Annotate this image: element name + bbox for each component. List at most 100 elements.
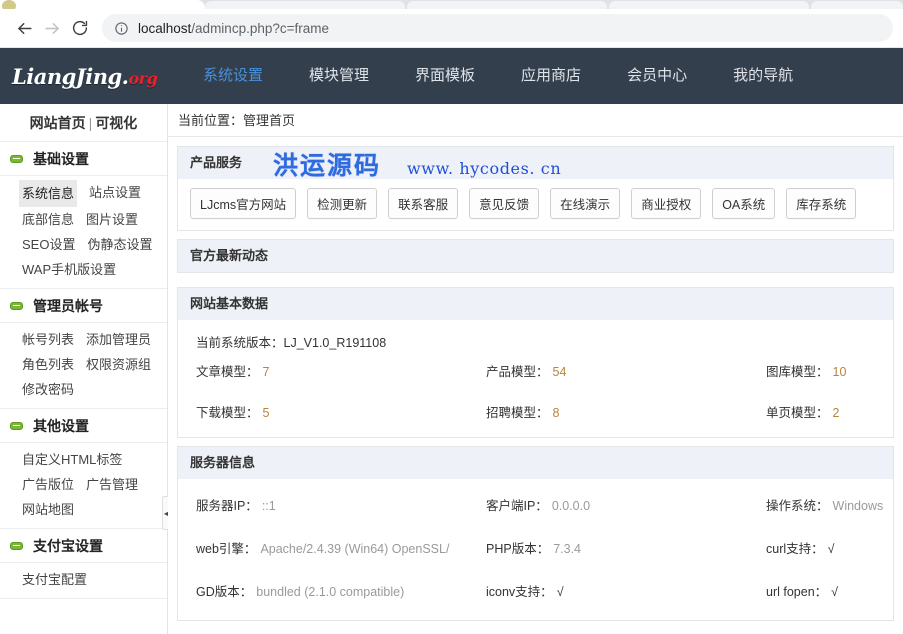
reload-icon[interactable]: [66, 14, 94, 42]
browser-tab[interactable]: [407, 1, 607, 9]
server-ip-row: 服务器IP：::1: [196, 495, 486, 514]
model-stats-grid: 文章模型： 7 产品模型： 54 图库模型： 10 下载模型： 5 招聘模型： 8 单页模…: [178, 351, 893, 427]
sidebar-item-site-settings[interactable]: 站点设置: [89, 180, 141, 207]
sidebar-link-row: 角色列表 权限资源组: [22, 352, 167, 377]
tab-favicon-icon: [2, 0, 16, 9]
sidebar-link-visualization[interactable]: 可视化: [95, 115, 137, 131]
row-value: bundled (2.1.0 compatible): [256, 585, 405, 599]
sidebar-item-permission-group[interactable]: 权限资源组: [86, 352, 151, 377]
tab-module-management[interactable]: 模块管理: [286, 48, 392, 104]
sidebar-item-role-list[interactable]: 角色列表: [22, 352, 74, 377]
sidebar-link-row: 广告版位 广告管理: [22, 472, 167, 497]
row-value: ::1: [261, 499, 276, 513]
sidebar-group-other-settings[interactable]: 其他设置: [0, 409, 167, 443]
stat-singlepage-model: 单页模型： 2: [766, 402, 893, 421]
sidebar-item-ad-position[interactable]: 广告版位: [22, 472, 74, 497]
row-label: 服务器IP：: [196, 499, 258, 513]
sidebar-link-row: SEO设置 伪静态设置: [22, 232, 167, 257]
stat-article-model: 文章模型： 7: [196, 361, 486, 380]
btn-commercial-license[interactable]: 商业授权: [631, 188, 702, 219]
sidebar-item-seo-settings[interactable]: SEO设置: [22, 232, 75, 257]
sidebar-item-account-list[interactable]: 帐号列表: [22, 327, 74, 352]
tab-my-navigation[interactable]: 我的导航: [710, 48, 816, 104]
btn-contact-support[interactable]: 联系客服: [388, 188, 459, 219]
sidebar-item-change-password[interactable]: 修改密码: [22, 377, 74, 402]
browser-tab[interactable]: [811, 1, 903, 9]
sidebar-item-ad-management[interactable]: 广告管理: [86, 472, 138, 497]
stat-value: 2: [832, 406, 840, 420]
content-area: 洪运源码 www. hycodes. cn 产品服务 LJcms官方网站 检测更…: [168, 137, 903, 621]
stat-value: 5: [262, 406, 270, 420]
stat-value: 8: [552, 406, 560, 420]
address-bar[interactable]: localhost/admincp.php?c=frame: [102, 14, 893, 42]
site-logo[interactable]: LiangJing.org: [0, 64, 180, 89]
browser-tab[interactable]: [205, 1, 405, 9]
row-label: PHP版本：: [486, 542, 550, 556]
sidebar: 网站首页 | 可视化 基础设置 系统信息 站点设置 底部信息 图片设置 SEO设置 …: [0, 104, 172, 634]
url-host-text: localhost: [138, 20, 192, 36]
sidebar-item-system-info[interactable]: 系统信息: [19, 180, 78, 207]
system-version-row: 当前系统版本：LJ_V1.0_R191108: [178, 320, 893, 351]
browser-tab[interactable]: [609, 1, 809, 9]
curl-support-row: curl支持： √: [766, 538, 893, 557]
back-arrow-icon[interactable]: [10, 14, 38, 42]
btn-official-website[interactable]: LJcms官方网站: [190, 188, 297, 219]
sidebar-links-other-settings: 自定义HTML标签 广告版位 广告管理 网站地图: [0, 443, 167, 529]
php-version-row: PHP版本： 7.3.4: [486, 538, 766, 557]
logo-text: LiangJing.org: [12, 63, 158, 89]
stat-label: 招聘模型：: [486, 406, 549, 420]
btn-feedback[interactable]: 意见反馈: [469, 188, 540, 219]
main-content: 当前位置：管理首页 洪运源码 www. hycodes. cn 产品服务 LJc…: [168, 104, 903, 634]
forward-arrow-icon[interactable]: [38, 14, 66, 42]
btn-check-update[interactable]: 检测更新: [307, 188, 378, 219]
stat-label: 文章模型：: [196, 365, 259, 379]
stat-label: 产品模型：: [486, 365, 549, 379]
row-value: 7.3.4: [553, 542, 582, 556]
client-ip-row: 客户端IP： 0.0.0.0: [486, 495, 766, 514]
sidebar-links-basic-settings: 系统信息 站点设置 底部信息 图片设置 SEO设置 伪静态设置 WAP手机版设置: [0, 176, 167, 289]
btn-inventory-system[interactable]: 库存系统: [786, 188, 857, 219]
tab-app-store[interactable]: 应用商店: [498, 48, 604, 104]
tab-interface-template[interactable]: 界面模板: [392, 48, 498, 104]
sidebar-group-alipay-settings[interactable]: 支付宝设置: [0, 529, 167, 563]
sidebar-group-label: 支付宝设置: [33, 537, 103, 554]
sidebar-item-pseudo-static[interactable]: 伪静态设置: [87, 232, 152, 257]
sidebar-link-row: 系统信息 站点设置: [19, 180, 167, 207]
sidebar-item-wap-settings[interactable]: WAP手机版设置: [22, 257, 116, 282]
minus-pill-icon: [10, 541, 23, 550]
btn-online-demo[interactable]: 在线演示: [550, 188, 621, 219]
btn-oa-system[interactable]: OA系统: [712, 188, 776, 219]
panel-official-news: 官方最新动态: [177, 239, 894, 273]
sidebar-item-sitemap[interactable]: 网站地图: [22, 497, 74, 522]
sidebar-item-alipay-config[interactable]: 支付宝配置: [22, 567, 87, 592]
stat-label: 下载模型：: [196, 406, 259, 420]
sidebar-item-image-settings[interactable]: 图片设置: [86, 207, 138, 232]
tab-member-center[interactable]: 会员中心: [604, 48, 710, 104]
stat-gallery-model: 图库模型： 10: [766, 361, 893, 380]
stat-value: 10: [832, 365, 847, 379]
sidebar-group-basic-settings[interactable]: 基础设置: [0, 142, 167, 176]
sidebar-link-row: 底部信息 图片设置: [22, 207, 167, 232]
tab-system-settings[interactable]: 系统设置: [180, 48, 286, 104]
stat-value: 7: [262, 365, 270, 379]
gd-version-row: GD版本： bundled (2.1.0 compatible): [196, 581, 486, 600]
info-circle-icon[interactable]: [114, 21, 129, 36]
row-label: iconv支持：: [486, 585, 553, 599]
sidebar-item-add-admin[interactable]: 添加管理员: [86, 327, 151, 352]
top-navigation: 系统设置 模块管理 界面模板 应用商店 会员中心 我的导航: [180, 48, 816, 104]
row-value: 0.0.0.0: [551, 499, 591, 513]
stat-label: 图库模型：: [766, 365, 829, 379]
sidebar-group-admin-account[interactable]: 管理员帐号: [0, 289, 167, 323]
logo-main-text: LiangJing.: [12, 63, 129, 89]
server-info-grid: 服务器IP：::1 客户端IP： 0.0.0.0 操作系统： Windows web…: [178, 479, 893, 606]
browser-tab-active[interactable]: [0, 0, 205, 9]
sidebar-item-custom-html-tag[interactable]: 自定义HTML标签: [22, 447, 122, 472]
sidebar-item-footer-info[interactable]: 底部信息: [22, 207, 74, 232]
stat-label: 单页模型：: [766, 406, 829, 420]
sidebar-link-homepage[interactable]: 网站首页: [30, 115, 86, 131]
sidebar-link-row: 支付宝配置: [22, 567, 167, 592]
browser-tabstrip[interactable]: [0, 0, 903, 9]
product-service-button-row: LJcms官方网站 检测更新 联系客服 意见反馈 在线演示 商业授权 OA系统 …: [178, 179, 893, 230]
panel-title: 官方最新动态: [178, 240, 893, 272]
system-version-value: LJ_V1.0_R191108: [283, 336, 387, 350]
